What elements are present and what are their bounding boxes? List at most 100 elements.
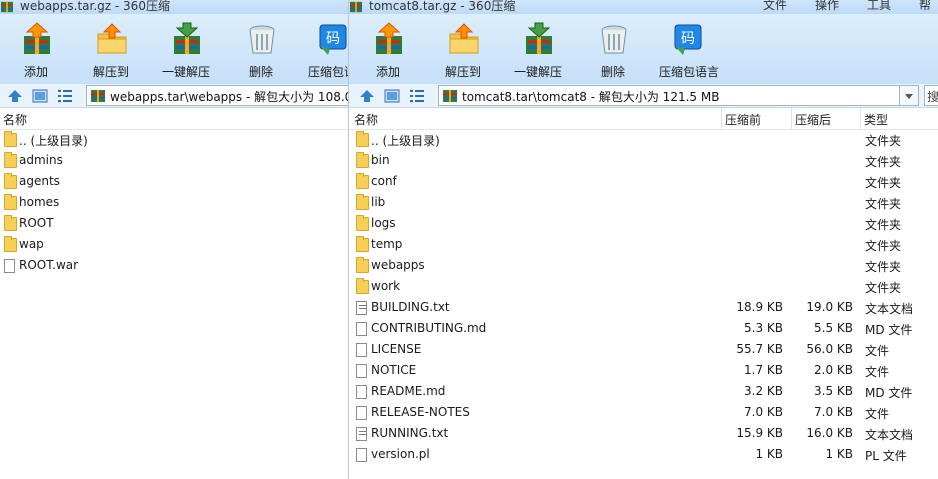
item-size-after: 16.0 KB	[806, 426, 853, 440]
list-view-icon[interactable]	[409, 89, 425, 103]
item-name: work	[371, 279, 401, 293]
up-folder-icon[interactable]	[7, 89, 23, 103]
item-size-after: 56.0 KB	[806, 342, 853, 356]
left-titlebar[interactable]: webapps.tar.gz - 360压缩	[0, 0, 348, 14]
folder-icon	[4, 131, 17, 147]
list-item[interactable]: LICENSE 55.7 KB 56.0 KB 文件	[349, 340, 938, 361]
list-item[interactable]: BUILDING.txt 18.9 KB 19.0 KB 文本文档	[349, 298, 938, 319]
list-item[interactable]: lib 文件夹	[349, 193, 938, 214]
list-item[interactable]: RELEASE-NOTES 7.0 KB 7.0 KB 文件	[349, 403, 938, 424]
left-extract-button[interactable]: 解压到	[79, 20, 143, 82]
item-type: 文件夹	[865, 197, 902, 211]
size-after-column-header[interactable]: 压缩后	[795, 111, 831, 128]
list-item[interactable]: bin 文件夹	[349, 151, 938, 172]
size-before-column-header[interactable]: 压缩前	[725, 111, 761, 128]
menu-operation[interactable]: 操作	[815, 0, 839, 13]
archive-app-icon	[350, 1, 362, 13]
list-view-icon[interactable]	[57, 89, 73, 103]
list-item[interactable]: CONTRIBUTING.md 5.3 KB 5.5 KB MD 文件	[349, 319, 938, 340]
view-mode-icon[interactable]	[32, 89, 48, 103]
item-size-before: 55.7 KB	[736, 342, 783, 356]
menu-file[interactable]: 文件	[763, 0, 787, 13]
column-separator[interactable]	[860, 108, 861, 130]
right-add-button[interactable]: 添加	[356, 20, 420, 82]
right-one-click-extract-button[interactable]: 一键解压	[506, 20, 570, 82]
one-click-extract-icon	[522, 22, 556, 56]
menu-tools[interactable]: 工具	[867, 0, 891, 13]
left-path-field[interactable]: webapps.tar\webapps - 解包大小为 108.0	[86, 85, 348, 106]
item-name: lib	[371, 195, 386, 209]
list-item[interactable]: RUNNING.txt 15.9 KB 16.0 KB 文本文档	[349, 424, 938, 445]
trash-icon	[597, 22, 631, 56]
item-type: MD 文件	[865, 323, 913, 337]
list-item[interactable]: version.pl 1 KB 1 KB PL 文件	[349, 445, 938, 466]
item-name: homes	[19, 195, 60, 209]
extract-icon	[447, 22, 481, 56]
list-item[interactable]: work 文件夹	[349, 277, 938, 298]
item-name: LICENSE	[371, 342, 422, 356]
column-separator[interactable]	[721, 108, 722, 130]
right-titlebar[interactable]: tomcat8.tar.gz - 360压缩 文件 操作 工具 帮助	[349, 0, 938, 14]
left-delete-button[interactable]: 删除	[229, 20, 293, 82]
list-item[interactable]: agents	[0, 172, 348, 193]
column-separator[interactable]	[791, 108, 792, 130]
left-name-column-header[interactable]: 名称	[3, 111, 27, 128]
item-name: admins	[19, 153, 63, 167]
archive-path-icon	[443, 90, 457, 102]
right-column-header: 名称 压缩前 压缩后 类型	[349, 108, 938, 130]
item-name: RUNNING.txt	[371, 426, 449, 440]
item-size-before: 1 KB	[755, 447, 783, 461]
search-label: 搜	[927, 90, 938, 104]
left-one-click-extract-label: 一键解压	[161, 65, 210, 79]
file-icon	[356, 343, 367, 357]
list-item[interactable]: NOTICE 1.7 KB 2.0 KB 文件	[349, 361, 938, 382]
left-one-click-extract-button[interactable]: 一键解压	[154, 20, 218, 82]
item-name: .. (上级目录)	[19, 134, 88, 148]
folder-icon	[356, 194, 369, 210]
path-dropdown-button[interactable]	[900, 85, 919, 106]
right-extract-button[interactable]: 解压到	[431, 20, 495, 82]
file-icon	[4, 259, 15, 273]
item-type: 文件夹	[865, 155, 902, 169]
right-window-title: tomcat8.tar.gz - 360压缩	[369, 0, 516, 13]
folder-icon	[4, 194, 17, 210]
right-path-field[interactable]: tomcat8.tar\tomcat8 - 解包大小为 121.5 MB	[438, 85, 900, 106]
list-item[interactable]: logs 文件夹	[349, 214, 938, 235]
item-name: temp	[371, 237, 403, 251]
right-archive-language-button[interactable]: 压缩包语言	[655, 20, 723, 82]
file-icon	[356, 448, 367, 462]
item-name: logs	[371, 216, 396, 230]
item-name: agents	[19, 174, 60, 188]
list-item[interactable]: ROOT	[0, 214, 348, 235]
list-item[interactable]: ROOT.war	[0, 256, 348, 277]
right-delete-label: 删除	[600, 65, 625, 79]
item-type: 文件夹	[865, 218, 902, 232]
up-folder-icon[interactable]	[359, 89, 375, 103]
left-address-bar: webapps.tar\webapps - 解包大小为 108.0	[0, 84, 348, 108]
list-item[interactable]: webapps 文件夹	[349, 256, 938, 277]
left-archive-language-button[interactable]: 压缩包语	[300, 20, 348, 82]
menu-help[interactable]: 帮助	[919, 0, 938, 14]
file-icon	[356, 406, 367, 420]
type-column-header[interactable]: 类型	[864, 111, 888, 128]
item-name: CONTRIBUTING.md	[371, 321, 487, 335]
list-item[interactable]: homes	[0, 193, 348, 214]
list-item[interactable]: admins	[0, 151, 348, 172]
left-add-button[interactable]: 添加	[4, 20, 68, 82]
right-add-label: 添加	[375, 65, 400, 79]
item-name: version.pl	[371, 447, 430, 461]
right-delete-button[interactable]: 删除	[581, 20, 645, 82]
name-column-header[interactable]: 名称	[354, 111, 378, 128]
list-item[interactable]: .. (上级目录) 文件夹	[349, 130, 938, 151]
list-item[interactable]: README.md 3.2 KB 3.5 KB MD 文件	[349, 382, 938, 403]
list-item[interactable]: conf 文件夹	[349, 172, 938, 193]
item-size-after: 2.0 KB	[814, 363, 853, 377]
item-size-before: 5.3 KB	[744, 321, 783, 335]
list-item[interactable]: .. (上级目录)	[0, 130, 348, 151]
item-name: ROOT	[19, 216, 54, 230]
language-code-icon	[671, 22, 705, 56]
view-mode-icon[interactable]	[384, 89, 400, 103]
list-item[interactable]: temp 文件夹	[349, 235, 938, 256]
search-field[interactable]: 搜	[924, 85, 938, 106]
list-item[interactable]: wap	[0, 235, 348, 256]
